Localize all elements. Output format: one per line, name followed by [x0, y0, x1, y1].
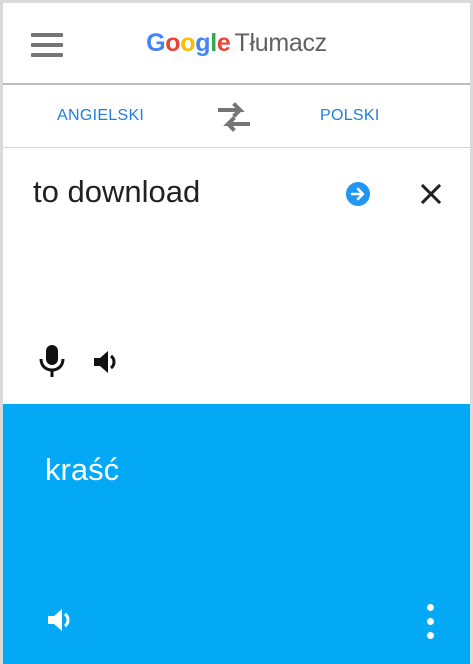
translation-result-card: kraść: [3, 404, 470, 664]
source-text[interactable]: to download: [33, 174, 200, 210]
source-input-area[interactable]: to download: [3, 148, 470, 404]
listen-translation-button[interactable]: [45, 606, 75, 634]
brand-letter: G: [146, 29, 166, 57]
listen-source-button[interactable]: [91, 348, 121, 376]
brand-letter: l: [210, 29, 217, 57]
swap-languages-button[interactable]: [214, 97, 254, 137]
product-name: Tłumacz: [234, 29, 328, 57]
brand-letter: o: [165, 29, 181, 57]
microphone-icon: [39, 345, 65, 377]
brand-letter: o: [180, 29, 196, 57]
swap-arrows-icon: [218, 102, 250, 132]
app-title: Google Tłumacz: [3, 29, 470, 58]
brand-letter: g: [195, 29, 211, 57]
source-language-button[interactable]: ANGIELSKI: [57, 107, 144, 125]
microphone-button[interactable]: [39, 344, 65, 378]
close-icon: [420, 183, 442, 205]
app-frame: Google Tłumacz ANGIELSKI POLSKI to downlo…: [0, 0, 473, 664]
clear-input-button[interactable]: [418, 181, 444, 207]
more-vert-icon[interactable]: [421, 602, 441, 642]
language-bar: ANGIELSKI POLSKI: [3, 85, 470, 148]
app-bar: Google Tłumacz: [3, 3, 470, 85]
brand-letter: e: [216, 29, 231, 57]
translated-text: kraść: [45, 452, 120, 487]
target-language-button[interactable]: POLSKI: [320, 107, 380, 125]
arrow-right-circle-icon: [346, 182, 370, 206]
translate-go-button[interactable]: [345, 181, 371, 207]
speaker-icon: [48, 609, 70, 631]
speaker-icon: [94, 351, 116, 373]
